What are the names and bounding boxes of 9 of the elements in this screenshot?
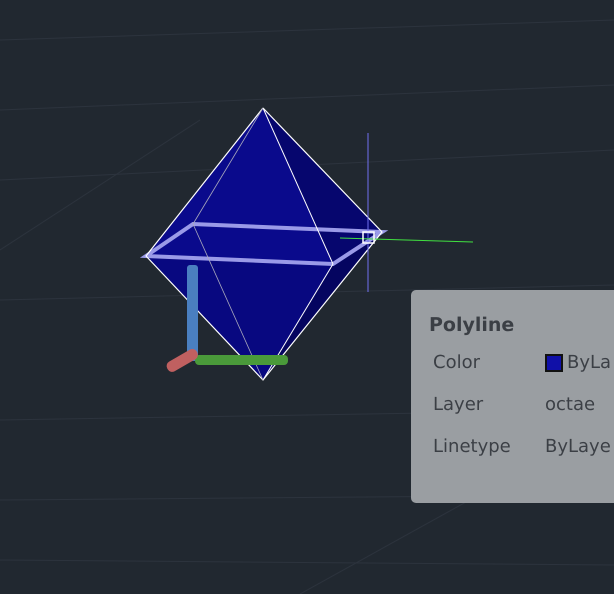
tooltip-title: Polyline [429, 313, 516, 338]
property-label: Layer [433, 393, 484, 417]
crosshair-cursor-icon [340, 132, 474, 292]
property-value: octae [545, 393, 596, 417]
ucs-gizmo-icon [164, 265, 288, 374]
property-label: Linetype [433, 435, 512, 459]
property-value: ByLa [567, 351, 612, 375]
property-label: Color [433, 351, 481, 375]
property-value: ByLaye [545, 435, 611, 459]
